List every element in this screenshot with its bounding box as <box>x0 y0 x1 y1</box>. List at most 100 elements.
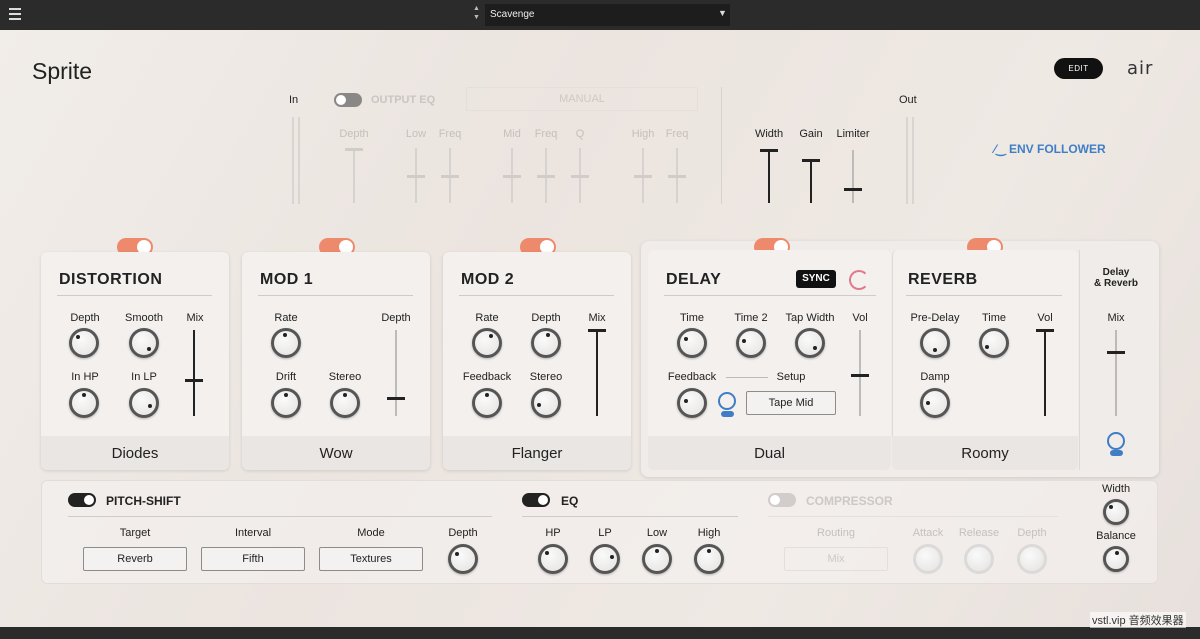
time-knob[interactable] <box>677 328 707 358</box>
time2-knob[interactable] <box>736 328 766 358</box>
in-hp-label: In HP <box>71 371 99 383</box>
low-label: Low <box>646 527 668 539</box>
eq-slider-thumb[interactable] <box>571 175 589 178</box>
eq-slider-thumb[interactable] <box>668 175 686 178</box>
chevron-down-icon[interactable]: ▼ <box>718 8 727 18</box>
release-knob[interactable] <box>964 544 994 574</box>
envelope-mod-icon[interactable] <box>1107 432 1125 450</box>
mix-label: Mix <box>588 312 606 324</box>
damp-label: Damp <box>920 371 950 383</box>
mix-slider-thumb[interactable] <box>588 329 606 332</box>
gain-slider[interactable] <box>810 160 812 203</box>
reverb-title: REVERB <box>908 271 978 288</box>
hp-label: HP <box>545 527 561 539</box>
envelope-mod-toggle[interactable] <box>721 411 734 417</box>
eq-slider-thumb[interactable] <box>503 175 521 178</box>
drift-knob[interactable] <box>271 388 301 418</box>
eq-toggle[interactable] <box>522 493 550 507</box>
width-slider-thumb[interactable] <box>760 149 778 152</box>
vol-slider-thumb[interactable] <box>851 374 869 377</box>
vol-slider[interactable] <box>859 330 861 416</box>
pre-delay-knob[interactable] <box>920 328 950 358</box>
preset-name: Scavenge <box>490 9 535 20</box>
sync-button[interactable]: SYNC <box>796 270 836 288</box>
damp-knob[interactable] <box>920 388 950 418</box>
output-eq-mode-select[interactable]: MANUAL <box>466 87 698 111</box>
depth-slider[interactable] <box>395 330 397 416</box>
mix-label: Mix <box>1107 312 1125 324</box>
output-eq-label: OUTPUT EQ <box>371 94 436 106</box>
balance-label: Balance <box>1096 530 1136 542</box>
in-meter <box>292 117 300 204</box>
mode-select[interactable]: Textures <box>319 547 423 571</box>
interval-select[interactable]: Fifth <box>201 547 305 571</box>
time-label: Time <box>981 312 1007 324</box>
eq-slider-track[interactable] <box>353 148 355 203</box>
envelope-mod-toggle[interactable] <box>1110 450 1123 456</box>
env-follower-button[interactable]: ⁄‿ ENV FOLLOWER <box>994 142 1106 156</box>
eq-slider-thumb[interactable] <box>345 148 363 151</box>
time-knob[interactable] <box>979 328 1009 358</box>
mix-slider[interactable] <box>1115 330 1117 416</box>
depth-knob[interactable] <box>1017 544 1047 574</box>
attack-knob[interactable] <box>913 544 943 574</box>
stereo-knob[interactable] <box>531 388 561 418</box>
eq-slider-label: Low <box>405 128 427 140</box>
depth-knob[interactable] <box>448 544 478 574</box>
hp-knob[interactable] <box>538 544 568 574</box>
target-select[interactable]: Reverb <box>83 547 187 571</box>
pitch-shift-title: PITCH-SHIFT <box>106 494 181 508</box>
edit-button[interactable]: EDIT <box>1054 58 1103 79</box>
pitch-shift-toggle[interactable] <box>68 493 96 507</box>
routing-select[interactable]: Mix <box>784 547 888 571</box>
eq-slider-thumb[interactable] <box>441 175 459 178</box>
low-knob[interactable] <box>642 544 672 574</box>
divider <box>1079 250 1080 470</box>
limiter-slider-thumb[interactable] <box>844 188 862 191</box>
eq-slider-thumb[interactable] <box>634 175 652 178</box>
limiter-slider[interactable] <box>852 150 854 203</box>
mix-label: Mix <box>186 312 204 324</box>
rate-knob[interactable] <box>271 328 301 358</box>
vol-slider-thumb[interactable] <box>1036 329 1054 332</box>
in-hp-knob[interactable] <box>69 388 99 418</box>
divider <box>906 295 1062 296</box>
width-slider[interactable] <box>768 150 770 203</box>
lp-knob[interactable] <box>590 544 620 574</box>
high-knob[interactable] <box>694 544 724 574</box>
vol-slider[interactable] <box>1044 330 1046 416</box>
rate-knob[interactable] <box>472 328 502 358</box>
mix-slider[interactable] <box>193 330 195 416</box>
compressor-toggle[interactable] <box>768 493 796 507</box>
stereo-knob[interactable] <box>330 388 360 418</box>
tap-width-knob[interactable] <box>795 328 825 358</box>
feedback-knob[interactable] <box>677 388 707 418</box>
vol-label: Vol <box>852 312 868 324</box>
depth-knob[interactable] <box>69 328 99 358</box>
mix-slider-thumb[interactable] <box>185 379 203 382</box>
smooth-knob[interactable] <box>129 328 159 358</box>
in-lp-knob[interactable] <box>129 388 159 418</box>
eq-slider-label: Depth <box>339 128 369 140</box>
gain-slider-thumb[interactable] <box>802 159 820 162</box>
preset-step-arrows[interactable]: ▲ ▼ <box>473 4 480 22</box>
feedback-knob[interactable] <box>472 388 502 418</box>
depth-slider-thumb[interactable] <box>387 397 405 400</box>
mix-slider[interactable] <box>596 330 598 416</box>
stereo-label: Stereo <box>328 371 362 383</box>
divider <box>68 516 492 517</box>
mix-slider-thumb[interactable] <box>1107 351 1125 354</box>
depth-knob[interactable] <box>531 328 561 358</box>
mod1-title: MOD 1 <box>260 271 314 288</box>
brand-logo: air <box>1127 58 1154 79</box>
eq-slider-thumb[interactable] <box>537 175 555 178</box>
divider <box>721 87 722 204</box>
setup-select[interactable]: Tape Mid <box>746 391 836 415</box>
envelope-mod-icon[interactable] <box>718 392 736 410</box>
output-eq-toggle[interactable] <box>334 93 362 107</box>
eq-slider-thumb[interactable] <box>407 175 425 178</box>
reset-icon[interactable] <box>849 270 869 290</box>
hamburger-menu-icon[interactable] <box>9 8 21 20</box>
width-knob[interactable] <box>1103 499 1129 525</box>
balance-knob[interactable] <box>1103 546 1129 572</box>
